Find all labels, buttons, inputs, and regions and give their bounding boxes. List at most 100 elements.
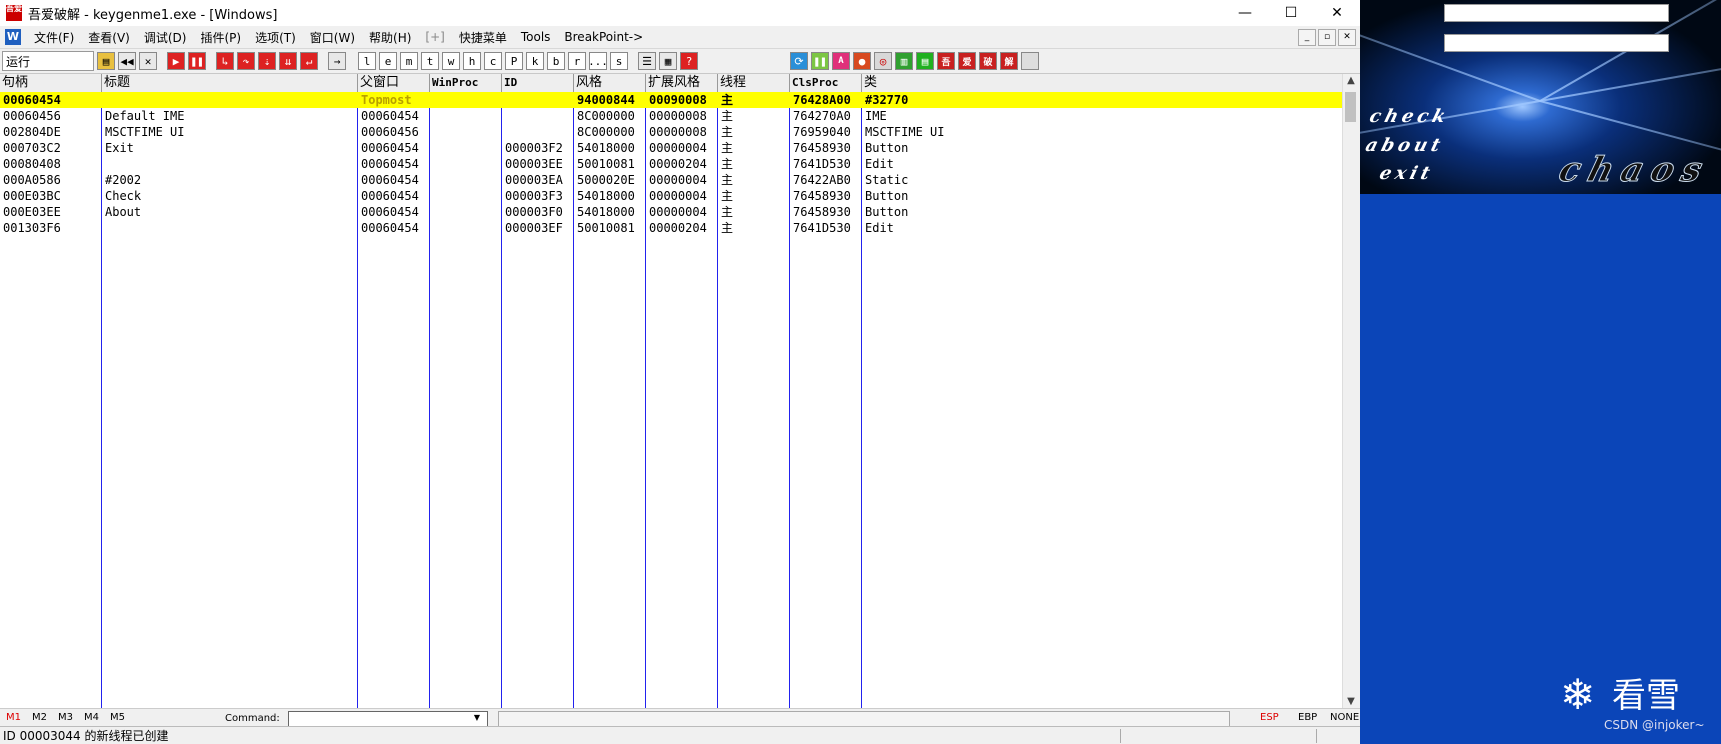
open-icon[interactable]: ▤	[97, 52, 115, 70]
minimize-button[interactable]: —	[1222, 0, 1268, 26]
trace-over-icon[interactable]: ⇊	[279, 52, 297, 70]
tb-callstack-button[interactable]: k	[526, 52, 544, 70]
maximize-button[interactable]: ☐	[1268, 0, 1314, 26]
about-button[interactable]: about	[1363, 135, 1446, 156]
serial-input[interactable]	[1444, 34, 1669, 52]
wu-icon[interactable]: 吾	[937, 52, 955, 70]
table-row[interactable]: 000703C2 Exit 00060454 000003F2 54018000 0000…	[0, 140, 1342, 156]
record-icon[interactable]: ●	[853, 52, 871, 70]
menu-plugins[interactable]: 插件(P)	[193, 29, 248, 46]
menu-file[interactable]: 文件(F)	[27, 29, 81, 46]
menu-tools[interactable]: Tools	[514, 30, 558, 44]
blank-icon[interactable]	[1021, 52, 1039, 70]
tb-cpu-button[interactable]: c	[484, 52, 502, 70]
table-row[interactable]: 000E03BC Check 00060454 000003F3 54018000 000…	[0, 188, 1342, 204]
menu-shortcut[interactable]: 快捷菜单	[452, 29, 514, 46]
table-row[interactable]: 00080408 00060454 000003EE 50010081 00000204…	[0, 156, 1342, 172]
cell-exstyle: 00000204	[649, 221, 707, 235]
register-none[interactable]: NONE	[1330, 712, 1359, 723]
col-thread-header[interactable]: 线程	[718, 74, 790, 92]
pause-green-icon[interactable]: ❚❚	[811, 52, 829, 70]
mdi-restore-button[interactable]: ▫	[1318, 29, 1336, 46]
tb-runtrace-button[interactable]: ...	[588, 52, 608, 70]
col-clsproc-header[interactable]: ClsProc	[790, 74, 862, 92]
tb-threads-button[interactable]: t	[421, 52, 439, 70]
vertical-scrollbar[interactable]: ▲ ▼	[1342, 74, 1359, 708]
register-ebp[interactable]: EBP	[1298, 712, 1317, 723]
cell-handle: 001303F6	[3, 221, 61, 235]
tb-windows-button[interactable]: w	[442, 52, 460, 70]
status-separator	[1316, 729, 1317, 743]
execute-till-return-icon[interactable]: ↵	[300, 52, 318, 70]
mark-m2[interactable]: M2	[32, 712, 47, 723]
ai-icon[interactable]: 爱	[958, 52, 976, 70]
mark-m5[interactable]: M5	[110, 712, 125, 723]
list-icon[interactable]: ☰	[638, 52, 656, 70]
menu-breakpoint[interactable]: BreakPoint->	[557, 30, 650, 44]
tb-handles-button[interactable]: h	[463, 52, 481, 70]
exit-button[interactable]: exit	[1377, 163, 1436, 184]
help-icon[interactable]: ?	[680, 52, 698, 70]
cell-style: 8C000000	[577, 125, 635, 139]
table-row[interactable]: 00060456 Default IME 00060454 8C000000 00000…	[0, 108, 1342, 124]
menu-window[interactable]: 窗口(W)	[303, 29, 362, 46]
close-button[interactable]: ✕	[1314, 0, 1360, 26]
calc-icon[interactable]: ▤	[916, 52, 934, 70]
table-row[interactable]: 000E03EE About 00060454 000003F0 54018000 000…	[0, 204, 1342, 220]
plugin-a-icon[interactable]: A	[832, 52, 850, 70]
tb-references-button[interactable]: r	[568, 52, 586, 70]
col-parent-header[interactable]: 父窗口	[358, 74, 430, 92]
col-exstyle-header[interactable]: 扩展风格	[646, 74, 718, 92]
col-style-header[interactable]: 风格	[574, 74, 646, 92]
step-over-icon[interactable]: ↷	[237, 52, 255, 70]
rewind-icon[interactable]: ◀◀	[118, 52, 136, 70]
menu-options[interactable]: 选项(T)	[248, 29, 303, 46]
target-icon[interactable]: ◎	[874, 52, 892, 70]
table-row[interactable]: 00060454 Topmost 94000844 00090008 主 76428A00…	[0, 92, 1342, 108]
goto-icon[interactable]: →	[328, 52, 346, 70]
scroll-thumb[interactable]	[1345, 92, 1356, 122]
tb-breakpoints-button[interactable]: b	[547, 52, 565, 70]
menu-debug[interactable]: 调试(D)	[137, 29, 194, 46]
table-row[interactable]: 000A0586 #2002 00060454 000003EA 5000020E 000…	[0, 172, 1342, 188]
tb-modules-button[interactable]: e	[379, 52, 397, 70]
menu-plus[interactable]: [+]	[418, 30, 451, 44]
mark-m3[interactable]: M3	[58, 712, 73, 723]
refresh-icon[interactable]: ⟳	[790, 52, 808, 70]
mdi-close-button[interactable]: ✕	[1338, 29, 1356, 46]
check-button[interactable]: check	[1367, 106, 1452, 127]
trace-into-icon[interactable]: ⇣	[258, 52, 276, 70]
col-class-header[interactable]: 类	[862, 74, 1342, 92]
command-input[interactable]	[288, 711, 488, 727]
windows-view-icon[interactable]: W	[5, 29, 21, 45]
col-id-header[interactable]: ID	[502, 74, 574, 92]
table-row[interactable]: 001303F6 00060454 000003EF 50010081 00000204…	[0, 220, 1342, 236]
menu-help[interactable]: 帮助(H)	[362, 29, 418, 46]
chevron-down-icon[interactable]: ▼	[470, 712, 484, 724]
table-row[interactable]: 002804DE MSCTFIME UI 00060456 8C000000 00000…	[0, 124, 1342, 140]
mark-m4[interactable]: M4	[84, 712, 99, 723]
name-input[interactable]	[1444, 4, 1669, 22]
col-title-header[interactable]: 标题	[102, 74, 358, 92]
col-winproc-header[interactable]: WinProc	[430, 74, 502, 92]
close-file-icon[interactable]: ✕	[139, 52, 157, 70]
pause-icon[interactable]: ❚❚	[188, 52, 206, 70]
tb-patches-button[interactable]: P	[505, 52, 523, 70]
options-icon[interactable]: ▦	[659, 52, 677, 70]
menu-view[interactable]: 查看(V)	[81, 29, 137, 46]
scroll-down-icon[interactable]: ▼	[1343, 696, 1359, 707]
register-esp[interactable]: ESP	[1260, 712, 1279, 723]
po-icon[interactable]: 破	[979, 52, 997, 70]
col-handle-header[interactable]: 句柄	[0, 74, 102, 92]
step-into-icon[interactable]: ↳	[216, 52, 234, 70]
grid-icon[interactable]: ▥	[895, 52, 913, 70]
tb-memory-button[interactable]: m	[400, 52, 418, 70]
mark-m1[interactable]: M1	[6, 712, 21, 723]
jie-icon[interactable]: 解	[1000, 52, 1018, 70]
watermark-brand: 看雪	[1612, 676, 1680, 716]
tb-log-button[interactable]: l	[358, 52, 376, 70]
run-icon[interactable]: ▶	[167, 52, 185, 70]
mdi-minimize-button[interactable]: _	[1298, 29, 1316, 46]
tb-source-button[interactable]: s	[610, 52, 628, 70]
scroll-up-icon[interactable]: ▲	[1343, 75, 1359, 86]
